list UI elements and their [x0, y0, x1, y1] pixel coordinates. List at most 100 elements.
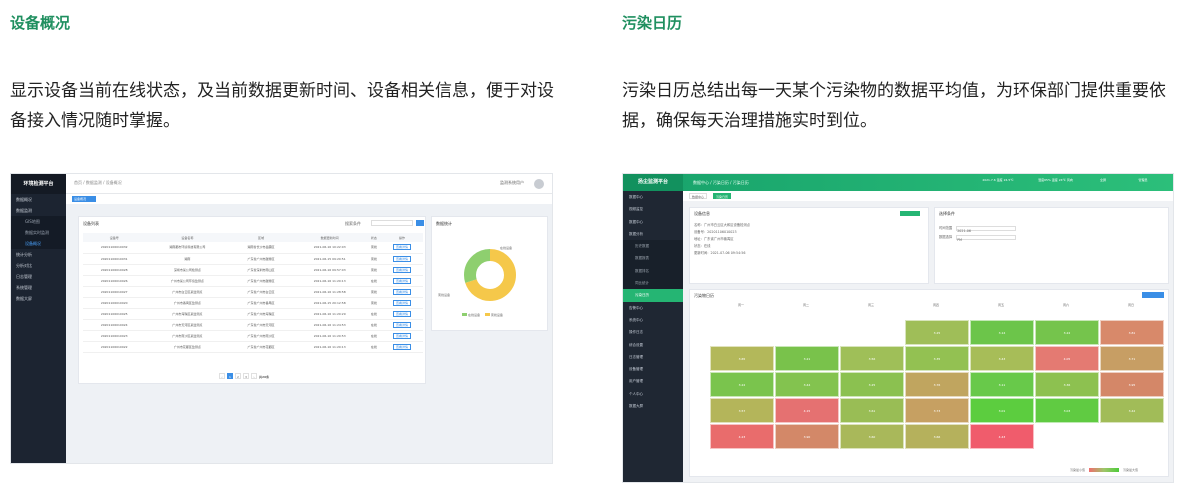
view-details-button[interactable]: 查看详情: [392, 266, 411, 273]
sidebar-item[interactable]: 数据实时监测: [11, 227, 66, 238]
table-cell: 查看详情: [380, 242, 423, 254]
table-cell: 在线: [366, 275, 381, 287]
calendar-day-cell[interactable]: 4.05: [1035, 346, 1099, 371]
view-details-button[interactable]: 查看详情: [392, 310, 411, 317]
table-cell: 查看详情: [380, 286, 423, 298]
calendar-day-cell[interactable]: 3.56: [840, 346, 904, 371]
view-details-button[interactable]: 查看详情: [392, 321, 411, 328]
calendar-day-cell[interactable]: 3.71: [1100, 346, 1164, 371]
sidebar-item[interactable]: 历史数据: [623, 240, 683, 253]
calendar-day-cell[interactable]: 3.76: [905, 372, 969, 397]
calendar-day-cell[interactable]: 3.43: [970, 346, 1034, 371]
sidebar-item[interactable]: 数据分析: [623, 228, 683, 240]
calendar-day-cell[interactable]: 4.15: [775, 398, 839, 423]
page-number[interactable]: 2: [235, 373, 241, 379]
calendar-day-cell[interactable]: 3.90: [775, 424, 839, 449]
calendar-day-cell[interactable]: 3.42: [1100, 398, 1164, 423]
table-cell: 20201106010032: [83, 242, 146, 254]
form-input[interactable]: 2021-06: [956, 225, 1017, 233]
tab-device-overview[interactable]: 设备概况: [72, 196, 96, 202]
sidebar-item[interactable]: 数据大屏: [623, 400, 683, 412]
table-cell: 20201106010025: [83, 308, 146, 320]
export-button[interactable]: [1142, 292, 1164, 298]
page-number[interactable]: 1: [227, 373, 233, 379]
view-details-button[interactable]: 查看详情: [392, 277, 411, 284]
tab-pollution-calendar[interactable]: 污染日历: [713, 193, 732, 199]
device-table: 设备号 设备名称 区域 数据更新时间 状态 操作 20201106010032 湖南都市环境…: [83, 233, 423, 353]
sidebar-item[interactable]: 个人中心: [623, 388, 683, 400]
legend-offline: 离线设备: [490, 313, 503, 317]
calendar-day-cell[interactable]: 3.11: [970, 372, 1034, 397]
device-overview-screenshot: 环境检测平台 数据概况 数据监测 GIS地图 数据实时监测 设备概况 统计分析 分析对比 日志…: [10, 173, 553, 464]
avatar[interactable]: [534, 179, 544, 189]
calendar-day-cell[interactable]: 3.14: [970, 320, 1034, 345]
calendar-day-cell[interactable]: 4.23: [710, 424, 774, 449]
next-page-button[interactable]: ›: [251, 373, 257, 379]
table-cell: 20201106010026: [83, 275, 146, 287]
sidebar-item[interactable]: 用户管理: [623, 375, 683, 387]
prev-page-button[interactable]: ‹: [219, 373, 225, 379]
calendar-day-cell[interactable]: 3.35: [905, 346, 969, 371]
sidebar-item[interactable]: 数据排名: [623, 264, 683, 278]
sidebar-item[interactable]: 告警中心: [623, 302, 683, 314]
calendar-day-cell[interactable]: 3.22: [1035, 320, 1099, 345]
sidebar-item[interactable]: 系统中心: [623, 314, 683, 326]
calendar-day-cell[interactable]: 3.25: [905, 320, 969, 345]
sidebar-item[interactable]: 设备概况: [11, 238, 66, 249]
calendar-day-cell[interactable]: 4.43: [970, 424, 1034, 449]
sidebar-item[interactable]: 日志管理: [623, 351, 683, 363]
sidebar-item[interactable]: 操作日志: [623, 326, 683, 338]
user-menu[interactable]: 管理员: [1123, 178, 1163, 182]
view-details-button[interactable]: 查看详情: [392, 288, 411, 295]
form-input[interactable]: PM: [956, 234, 1017, 242]
calendar-day-cell[interactable]: 3.57: [710, 398, 774, 423]
table-cell: 在线: [366, 330, 381, 342]
donut-label-online: 在线设备: [500, 246, 513, 250]
sidebar-item[interactable]: GIS地图: [11, 216, 66, 227]
calendar-day-cell[interactable]: 3.73: [905, 398, 969, 423]
calendar-day-cell[interactable]: 3.61: [840, 398, 904, 423]
fullscreen-button[interactable]: 全屏: [1088, 178, 1118, 182]
calendar-day-cell[interactable]: 3.60: [840, 424, 904, 449]
calendar-day-cell[interactable]: 3.21: [775, 346, 839, 371]
table-cell: 2021-06-16 11:24:53: [292, 319, 367, 331]
user-name[interactable]: 监测系统用户: [500, 180, 524, 186]
filter-title: 选择条件: [939, 211, 955, 216]
calendar-day-cell[interactable]: 3.25: [840, 372, 904, 397]
search-input[interactable]: [371, 220, 413, 226]
sidebar-item[interactable]: 数据监测: [11, 205, 66, 216]
calendar-day-cell[interactable]: 3.81: [1100, 320, 1164, 345]
calendar-day-cell[interactable]: 3.03: [1035, 398, 1099, 423]
sidebar-item[interactable]: 日志管理: [11, 271, 66, 282]
section-heading-pollution-calendar: 污染日历: [622, 14, 683, 32]
sidebar-item[interactable]: 数据报表: [623, 252, 683, 265]
calendar-day-cell[interactable]: 3.36: [1035, 372, 1099, 397]
sidebar-item[interactable]: 数据概况: [11, 194, 66, 205]
sidebar-item[interactable]: 综合设置: [623, 339, 683, 351]
calendar-day-cell[interactable]: 3.22: [710, 372, 774, 397]
calendar-day-cell[interactable]: 3.95: [1100, 372, 1164, 397]
sidebar-item[interactable]: 污染日历: [623, 289, 683, 302]
view-details-button[interactable]: 查看详情: [392, 244, 411, 251]
sidebar-item[interactable]: 统计分析: [11, 249, 66, 260]
calendar-day-cell[interactable]: 3.65: [710, 346, 774, 371]
search-button[interactable]: [416, 220, 424, 226]
calendar-day-cell[interactable]: 3.01: [970, 398, 1034, 423]
view-details-button[interactable]: 查看详情: [392, 343, 411, 350]
tab-data-center[interactable]: 数据中心: [689, 193, 708, 199]
sidebar-item[interactable]: 同比统计: [623, 277, 683, 290]
sidebar-item[interactable]: 数据大屏: [11, 293, 66, 304]
sidebar-item[interactable]: 数据中心: [623, 216, 683, 228]
sidebar-item[interactable]: 数据中心: [623, 191, 683, 203]
sidebar-item[interactable]: 分析对比: [11, 260, 66, 271]
view-details-button[interactable]: 查看详情: [392, 255, 411, 262]
sidebar-item[interactable]: 系统管理: [11, 282, 66, 293]
view-details-button[interactable]: 查看详情: [392, 332, 411, 339]
sidebar-item[interactable]: 视频监控: [623, 203, 683, 215]
switch-device-button[interactable]: [900, 211, 920, 216]
page-number[interactable]: 3: [243, 373, 249, 379]
view-details-button[interactable]: 查看详情: [392, 299, 411, 306]
calendar-day-cell[interactable]: 3.66: [905, 424, 969, 449]
calendar-day-cell[interactable]: 3.44: [775, 372, 839, 397]
sidebar-item[interactable]: 设备管理: [623, 363, 683, 375]
